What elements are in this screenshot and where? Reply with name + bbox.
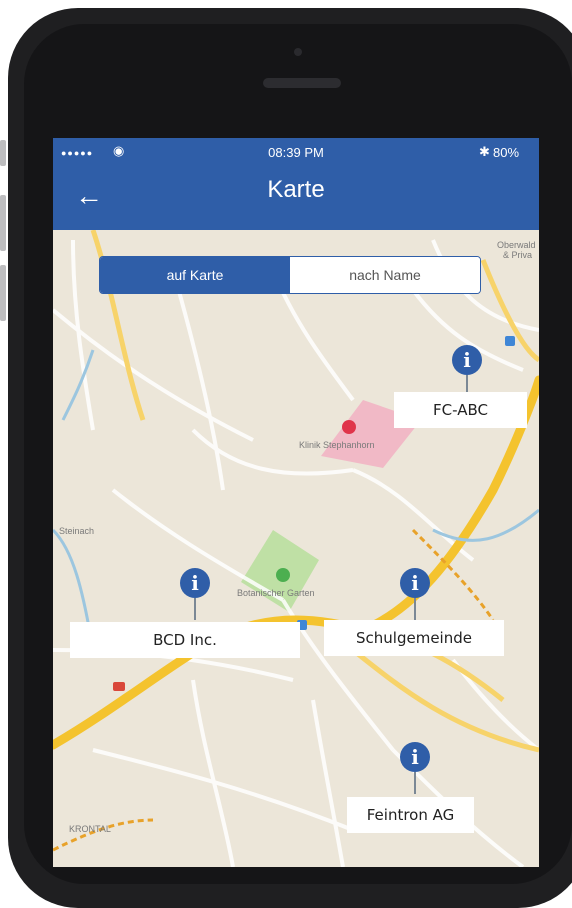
map-label-priva: & Priva — [503, 250, 533, 260]
bluetooth-icon: ✱ — [479, 144, 490, 159]
map-label-stbach: Steinach — [59, 526, 95, 536]
view-mode-segmented-control: auf Karte nach Name — [99, 256, 481, 294]
status-time: 08:39 PM — [268, 145, 324, 160]
info-pin-icon[interactable]: i — [400, 568, 430, 620]
garden-marker — [276, 568, 290, 582]
map-label-garten: Botanischer Garten — [237, 588, 315, 598]
mute-switch — [0, 140, 6, 166]
map-label-oberwald: Oberwald — [497, 240, 536, 250]
highway-marker — [113, 682, 125, 691]
earpiece-speaker — [263, 78, 341, 88]
front-camera — [294, 48, 302, 56]
navigation-bar: ← Karte — [53, 168, 539, 230]
map-view[interactable]: Klinik Stephanhorn Botanischer Garten Ob… — [53, 230, 539, 867]
pin-label-feintron-ag[interactable]: Feintron AG — [347, 797, 474, 833]
info-pin-icon[interactable]: i — [400, 742, 430, 794]
map-label-krontal: KRONTAL — [69, 824, 111, 834]
pin-label-schulgemeinde[interactable]: Schulgemeinde — [324, 620, 504, 656]
pin-label-bcd-inc[interactable]: BCD Inc. — [70, 622, 300, 658]
volume-down-button — [0, 265, 6, 321]
segment-auf-karte[interactable]: auf Karte — [100, 257, 290, 293]
battery-level: 80% — [493, 145, 520, 160]
map-label-klinik: Klinik Stephanhorn — [299, 440, 375, 450]
volume-up-button — [0, 195, 6, 251]
page-title: Karte — [267, 176, 325, 203]
segment-nach-name[interactable]: nach Name — [290, 257, 480, 293]
app-screen: ●●●●● ◉ 08:39 PM ✱ 80% ← Karte Klinik St… — [53, 138, 539, 867]
parking-marker — [505, 336, 515, 346]
map-canvas[interactable] — [53, 230, 539, 867]
hospital-marker — [342, 420, 356, 434]
pin-label-fc-abc[interactable]: FC-ABC — [394, 392, 527, 428]
info-pin-icon[interactable]: i — [452, 345, 482, 397]
info-pin-icon[interactable]: i — [180, 568, 210, 620]
status-bar: ●●●●● ◉ 08:39 PM ✱ 80% — [53, 138, 539, 168]
